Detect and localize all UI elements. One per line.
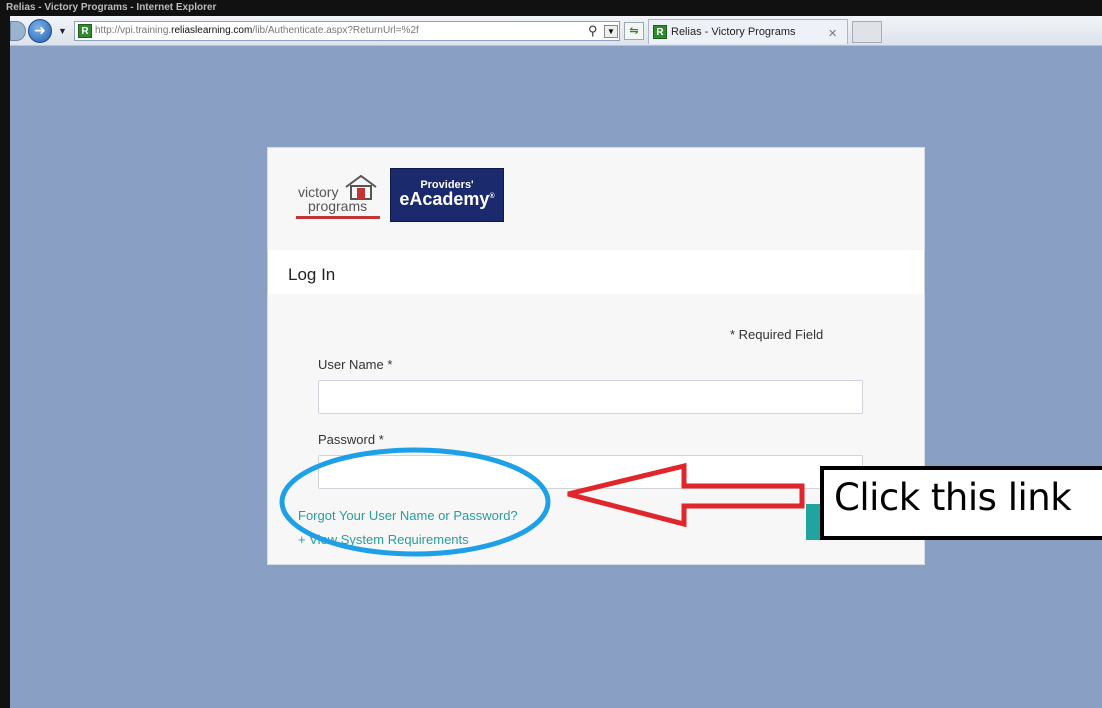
site-favicon-icon: R bbox=[78, 24, 92, 38]
system-requirements-link[interactable]: + View System Requirements bbox=[298, 532, 469, 547]
page-title: Log In bbox=[288, 265, 336, 284]
refresh-icon[interactable]: ⇋ bbox=[624, 22, 644, 40]
password-label: Password * bbox=[318, 432, 384, 447]
address-bar[interactable]: R http://vpi.training.reliaslearning.com… bbox=[74, 21, 620, 41]
victory-programs-logo: victory programs bbox=[296, 172, 382, 222]
required-field-note: * Required Field bbox=[730, 327, 824, 342]
password-field[interactable] bbox=[318, 455, 863, 489]
forward-icon[interactable]: ➜ bbox=[28, 19, 52, 43]
url-suffix: /lib/Authenticate.aspx?ReturnUrl=%2f bbox=[252, 25, 419, 36]
history-dropdown-icon[interactable]: ▼ bbox=[58, 26, 67, 36]
window-frame-left bbox=[0, 0, 10, 708]
callout-box: Click this link bbox=[820, 466, 1102, 540]
eacademy-logo-top: Providers' bbox=[420, 179, 474, 191]
window-title-bar: Relias - Victory Programs - Internet Exp… bbox=[0, 0, 1102, 16]
browser-toolbar: ➜ ▼ R http://vpi.training.reliaslearning… bbox=[10, 16, 1102, 46]
house-icon bbox=[345, 174, 377, 200]
address-dropdown-icon[interactable]: ▼ bbox=[604, 25, 618, 38]
close-icon[interactable]: ✕ bbox=[828, 27, 837, 40]
victory-logo-underline bbox=[296, 216, 380, 219]
victory-logo-word2: programs bbox=[308, 198, 368, 214]
card-header: Log In bbox=[268, 250, 924, 294]
tab-title: Relias - Victory Programs bbox=[671, 26, 796, 38]
search-icon[interactable]: ⚲ bbox=[588, 23, 598, 39]
back-icon[interactable] bbox=[10, 21, 26, 41]
callout-text: Click this link bbox=[834, 476, 1072, 519]
browser-tab[interactable]: R Relias - Victory Programs bbox=[648, 19, 848, 44]
username-field[interactable] bbox=[318, 380, 863, 414]
url-prefix: http://vpi.training. bbox=[95, 25, 172, 36]
forgot-credentials-link[interactable]: Forgot Your User Name or Password? bbox=[298, 508, 518, 523]
new-tab-button[interactable] bbox=[852, 21, 882, 43]
eacademy-logo: Providers' eAcademy® bbox=[390, 168, 504, 222]
url-domain: reliaslearning.com bbox=[171, 25, 253, 36]
eacademy-logo-bottom: eAcademy® bbox=[399, 189, 495, 209]
username-label: User Name * bbox=[318, 357, 393, 372]
logo-row: victory programs Providers' eAcademy® bbox=[268, 148, 924, 250]
tab-favicon-icon: R bbox=[653, 25, 667, 39]
